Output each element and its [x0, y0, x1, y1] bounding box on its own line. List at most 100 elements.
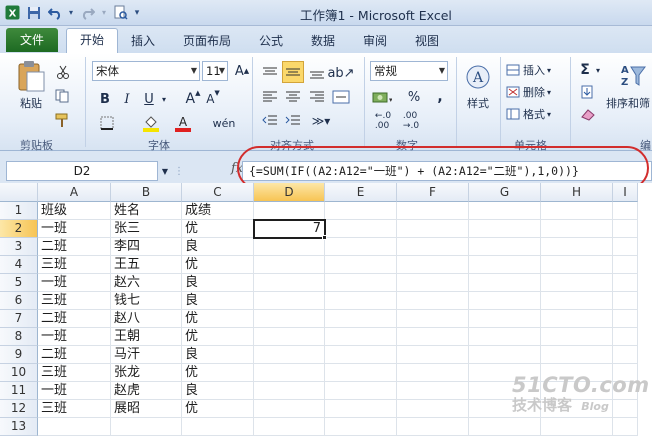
- cell-a4[interactable]: 三班: [38, 256, 111, 274]
- cell-a9[interactable]: 二班: [38, 346, 111, 364]
- autosum-button[interactable]: Σ: [576, 61, 594, 79]
- cell-d3[interactable]: [254, 238, 325, 256]
- decrease-indent-icon[interactable]: [259, 111, 281, 131]
- cell-h10[interactable]: [541, 364, 613, 382]
- cell-g6[interactable]: [469, 292, 541, 310]
- cell-g9[interactable]: [469, 346, 541, 364]
- cell-c8[interactable]: 优: [182, 328, 254, 346]
- styles-button[interactable]: 样式: [458, 95, 498, 111]
- column-header-h[interactable]: H: [541, 183, 613, 202]
- cell-g4[interactable]: [469, 256, 541, 274]
- tab-home[interactable]: 开始: [66, 28, 118, 53]
- cell-g13[interactable]: [469, 418, 541, 436]
- column-header-a[interactable]: A: [38, 183, 111, 202]
- cell-f12[interactable]: [397, 400, 469, 418]
- cell-c12[interactable]: 优: [182, 400, 254, 418]
- cell-h11[interactable]: [541, 382, 613, 400]
- copy-icon[interactable]: [54, 87, 72, 105]
- cell-e3[interactable]: [325, 238, 397, 256]
- wrap-text-icon[interactable]: ≫▾: [308, 111, 334, 131]
- cell-b3[interactable]: 李四: [111, 238, 182, 256]
- row-header-8[interactable]: 8: [0, 328, 38, 346]
- cell-f4[interactable]: [397, 256, 469, 274]
- redo-dropdown-icon[interactable]: ▾: [100, 4, 108, 21]
- select-all-corner[interactable]: [0, 183, 38, 202]
- cell-g5[interactable]: [469, 274, 541, 292]
- cell-b7[interactable]: 赵八: [111, 310, 182, 328]
- cell-e5[interactable]: [325, 274, 397, 292]
- cell-f1[interactable]: [397, 202, 469, 220]
- cell-h8[interactable]: [541, 328, 613, 346]
- bold-button[interactable]: B: [96, 89, 114, 109]
- cell-i5[interactable]: [613, 274, 638, 292]
- format-cells-button[interactable]: 格式 ▾: [506, 105, 566, 123]
- cell-c4[interactable]: 优: [182, 256, 254, 274]
- cell-f5[interactable]: [397, 274, 469, 292]
- row-header-11[interactable]: 11: [0, 382, 38, 400]
- cell-a2[interactable]: 一班: [38, 220, 111, 238]
- cell-b6[interactable]: 钱七: [111, 292, 182, 310]
- underline-button[interactable]: U: [140, 89, 158, 109]
- cell-f8[interactable]: [397, 328, 469, 346]
- cell-f7[interactable]: [397, 310, 469, 328]
- cell-d8[interactable]: [254, 328, 325, 346]
- excel-logo-icon[interactable]: X: [4, 4, 21, 21]
- cell-b1[interactable]: 姓名: [111, 202, 182, 220]
- cell-i13[interactable]: [613, 418, 638, 436]
- cell-a7[interactable]: 二班: [38, 310, 111, 328]
- align-middle-icon[interactable]: [282, 61, 304, 83]
- increase-indent-icon[interactable]: [282, 111, 304, 131]
- comma-button[interactable]: ,: [430, 87, 450, 107]
- customize-qat-icon[interactable]: ▾: [133, 4, 141, 21]
- formula-input[interactable]: {=SUM(IF((A2:A12="一班") + (A2:A12="二班"),1…: [242, 161, 652, 181]
- cell-g1[interactable]: [469, 202, 541, 220]
- cell-g11[interactable]: [469, 382, 541, 400]
- cell-d5[interactable]: [254, 274, 325, 292]
- row-header-2[interactable]: 2: [0, 220, 38, 238]
- format-painter-icon[interactable]: [54, 111, 72, 129]
- cell-h9[interactable]: [541, 346, 613, 364]
- cell-e10[interactable]: [325, 364, 397, 382]
- cell-i7[interactable]: [613, 310, 638, 328]
- cell-f10[interactable]: [397, 364, 469, 382]
- cell-a3[interactable]: 二班: [38, 238, 111, 256]
- cell-i1[interactable]: [613, 202, 638, 220]
- font-color-icon[interactable]: A: [172, 113, 194, 133]
- cell-h2[interactable]: [541, 220, 613, 238]
- column-header-g[interactable]: G: [469, 183, 541, 202]
- fill-handle[interactable]: [322, 235, 327, 240]
- tab-insert[interactable]: 插入: [131, 32, 155, 49]
- cell-h3[interactable]: [541, 238, 613, 256]
- cell-a5[interactable]: 一班: [38, 274, 111, 292]
- cell-d4[interactable]: [254, 256, 325, 274]
- cell-e13[interactable]: [325, 418, 397, 436]
- row-header-13[interactable]: 13: [0, 418, 38, 436]
- formula-splitter-icon[interactable]: ⋮: [172, 161, 186, 181]
- phonetic-icon[interactable]: wén: [212, 113, 236, 133]
- cell-d10[interactable]: [254, 364, 325, 382]
- cell-a10[interactable]: 三班: [38, 364, 111, 382]
- cell-c13[interactable]: [182, 418, 254, 436]
- cell-c2[interactable]: 优: [182, 220, 254, 238]
- cell-b5[interactable]: 赵六: [111, 274, 182, 292]
- tab-view[interactable]: 视图: [415, 32, 439, 49]
- cell-d6[interactable]: [254, 292, 325, 310]
- print-preview-icon[interactable]: [112, 4, 129, 21]
- row-header-4[interactable]: 4: [0, 256, 38, 274]
- cell-f3[interactable]: [397, 238, 469, 256]
- cell-f2[interactable]: [397, 220, 469, 238]
- row-header-5[interactable]: 5: [0, 274, 38, 292]
- cell-g3[interactable]: [469, 238, 541, 256]
- decrease-font-size-icon[interactable]: A ▼: [204, 89, 222, 109]
- cell-g12[interactable]: [469, 400, 541, 418]
- align-right-icon[interactable]: [306, 87, 328, 107]
- cell-d12[interactable]: [254, 400, 325, 418]
- undo-icon[interactable]: [46, 4, 63, 21]
- border-icon[interactable]: [96, 113, 118, 133]
- fill-color-icon[interactable]: [140, 113, 162, 133]
- column-header-f[interactable]: F: [397, 183, 469, 202]
- cell-e8[interactable]: [325, 328, 397, 346]
- cell-d13[interactable]: [254, 418, 325, 436]
- tab-file[interactable]: 文件: [6, 28, 58, 52]
- cell-c10[interactable]: 优: [182, 364, 254, 382]
